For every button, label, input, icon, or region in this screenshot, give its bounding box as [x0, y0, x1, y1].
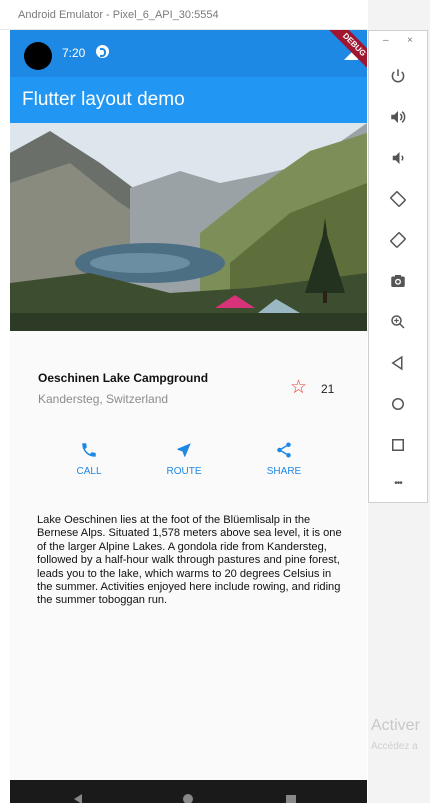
circle-home-icon [392, 398, 404, 410]
debug-banner: DEBUG [316, 30, 367, 83]
volume-up-icon [391, 111, 406, 123]
share-label: SHARE [266, 466, 302, 477]
close-window-button[interactable]: × [407, 35, 413, 46]
more-options-button[interactable]: ••• [384, 469, 412, 497]
route-label: ROUTE [166, 466, 202, 477]
sync-icon [96, 45, 109, 58]
app-bar: Flutter layout demo [10, 77, 367, 123]
home-icon[interactable] [183, 794, 193, 803]
rotate-left-button[interactable] [384, 185, 412, 213]
call-button[interactable]: CALL [44, 441, 134, 477]
triangle-back-icon [391, 355, 403, 371]
star-icon[interactable]: ☆ [290, 378, 307, 397]
power-icon [391, 69, 405, 83]
camera-icon [391, 275, 405, 287]
button-section: CALL ROUTE SHARE [10, 441, 367, 491]
emulator-window-title: Android Emulator - Pixel_6_API_30:5554 [0, 0, 368, 30]
home-nav-button[interactable] [384, 390, 412, 418]
route-button[interactable]: ROUTE [139, 441, 229, 477]
zoom-in-icon [391, 315, 405, 329]
rotate-right-button[interactable] [384, 226, 412, 254]
android-nav-bar [10, 780, 367, 803]
phone-icon [82, 443, 96, 457]
description-text: Lake Oeschinen lies at the foot of the B… [37, 514, 342, 607]
minimize-button[interactable]: – [383, 35, 389, 46]
share-icon [277, 442, 291, 458]
title-section: Oeschinen Lake Campground Kandersteg, Sw… [10, 331, 367, 431]
place-subtitle: Kandersteg, Switzerland [38, 392, 169, 406]
status-time: 7:20 [62, 46, 86, 60]
volume-up-button[interactable] [384, 103, 412, 131]
camera-cutout [24, 42, 52, 70]
share-button[interactable]: SHARE [239, 441, 329, 477]
favorite-count: 21 [321, 382, 335, 396]
windows-activation-subtext: Accédez a [371, 741, 418, 752]
navigation-arrow-icon [177, 443, 191, 457]
windows-activation-heading: Activer [371, 717, 420, 734]
overview-nav-button[interactable] [384, 431, 412, 459]
recent-apps-icon[interactable] [286, 795, 296, 803]
rotate-right-icon [390, 232, 406, 248]
app-bar-title: Flutter layout demo [22, 89, 185, 110]
phone-screen: 7:20 DEBUG Flutter layout demo Oeschinen… [10, 30, 367, 803]
lake-photo-illustration [10, 123, 367, 331]
rotate-left-icon [390, 191, 406, 207]
volume-down-button[interactable] [384, 144, 412, 172]
square-overview-icon [392, 439, 404, 451]
screenshot-button[interactable] [384, 267, 412, 295]
lake-photo [10, 123, 367, 331]
call-label: CALL [76, 466, 102, 477]
back-icon[interactable] [74, 794, 82, 803]
emulator-control-panel: – × ••• [368, 30, 428, 503]
status-bar: 7:20 DEBUG [10, 30, 367, 83]
place-title: Oeschinen Lake Campground [38, 371, 209, 385]
back-nav-button[interactable] [384, 349, 412, 377]
power-button[interactable] [384, 62, 412, 90]
zoom-button[interactable] [384, 308, 412, 336]
volume-down-icon [392, 152, 404, 164]
